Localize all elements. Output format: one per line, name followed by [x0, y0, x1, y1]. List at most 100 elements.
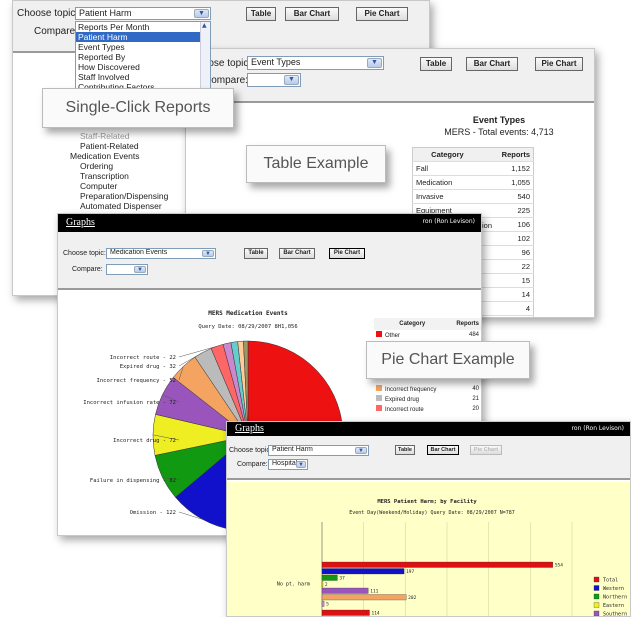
topic-select-value: Patient Harm [272, 446, 313, 453]
compare-select[interactable]: Hospitals ▼ [268, 459, 308, 470]
table-button[interactable]: Table [244, 248, 268, 259]
chevron-down-icon[interactable]: ▼ [202, 250, 214, 257]
bar-univ-hosp[interactable] [321, 594, 407, 601]
legend-name: Other [385, 333, 401, 339]
bar-eastern[interactable] [321, 581, 324, 588]
table-row: Invasive 540 [412, 189, 534, 204]
bar-chart-area: MERS Patient Harm; by Facility Event Day… [227, 482, 630, 616]
bar-legend-swatch [593, 585, 600, 591]
bar-legend-label: Total [603, 578, 618, 584]
bar-value-label: 5 [326, 602, 329, 608]
topic-dropdown-list[interactable]: ▲ Reports Per Month Patient Harm Event Typ… [75, 21, 211, 91]
chevron-down-icon[interactable]: ▼ [284, 75, 299, 85]
chevron-down-icon[interactable]: ▼ [134, 266, 146, 273]
bar-chart-button[interactable]: Bar Chart [427, 445, 459, 455]
pie-chart-button[interactable]: Pie Chart [470, 445, 502, 455]
bar-chart-button[interactable]: Bar Chart [279, 248, 315, 259]
chevron-down-icon[interactable]: ▼ [296, 461, 306, 468]
bar-chart-button[interactable]: Bar Chart [285, 7, 339, 21]
col-header-category: Category [431, 150, 464, 159]
cell-reports: 102 [517, 234, 530, 243]
legend-col-category: Category [399, 321, 426, 327]
legend-value: 21 [472, 396, 479, 402]
pie-query-date: Query Date: 08/29/2007 8H1,056 [198, 324, 298, 330]
bar-value-label: 554 [555, 563, 563, 569]
bar-southern[interactable] [321, 587, 369, 594]
table-button[interactable]: Table [420, 57, 452, 71]
topic-select[interactable]: Patient Harm ▼ [75, 7, 211, 20]
cell-reports: 2 [482, 316, 534, 318]
topic-select-value: Event Types [251, 57, 301, 67]
table-button[interactable]: Table [395, 445, 415, 455]
bar-northern[interactable] [321, 574, 338, 581]
topic-select-value: Patient Harm [79, 8, 132, 18]
user-name: ron (Ron Levison) [422, 218, 475, 225]
bar-value-label: 114 [372, 611, 380, 617]
bar-chart-button[interactable]: Bar Chart [466, 57, 518, 71]
bar-total[interactable] [321, 561, 553, 568]
pie-slice-label: Expired drug - 32 [120, 364, 176, 370]
app-title-link[interactable]: Graphs [66, 217, 95, 228]
legend-category: Other [374, 330, 451, 340]
pie-chart-button[interactable]: Pie Chart [329, 248, 365, 259]
bar-chart-title: MERS Patient Harm; by Facility [377, 499, 477, 505]
bar-unknown[interactable] [321, 600, 325, 607]
pie-slice-label: Omission - 122 [130, 510, 176, 516]
pie-slice-label: Incorrect route - 22 [110, 355, 176, 361]
legend-row: Incorrect route 20 [374, 404, 481, 414]
bar-value-label: 111 [370, 589, 378, 595]
bar-value-label: 37 [339, 576, 345, 582]
single-click-reports-callout: Single-Click Reports [42, 88, 234, 128]
legend-value: 484 [468, 332, 479, 338]
bar-western[interactable] [321, 568, 405, 575]
table-example-callout: Table Example [246, 145, 386, 183]
legend-name: Incorrect route [385, 407, 424, 413]
dropdown-option[interactable]: Staff Involved [76, 72, 200, 82]
dropdown-scrollbar[interactable]: ▲ [200, 22, 210, 90]
cell-reports: 22 [521, 262, 530, 271]
bar-chart-subtitle: Event Day(Weekend/Holiday) Query Date: 0… [349, 510, 515, 516]
cell-reports: 1,055 [511, 178, 530, 187]
legend-category: Incorrect frequency [374, 384, 451, 394]
pie-slice-label: Incorrect infusion rate - 72 [83, 400, 176, 406]
bar-legend-swatch [593, 576, 600, 583]
topic-select[interactable]: Medication Events ▼ [106, 248, 216, 259]
cell-category: Invasive [416, 192, 444, 201]
dropdown-option[interactable]: How Discovered [76, 62, 200, 72]
cell-reports: 1,152 [511, 164, 530, 173]
table-button[interactable]: Table [246, 7, 276, 21]
compare-select[interactable]: ▼ [247, 73, 301, 87]
app-title-link[interactable]: Graphs [235, 423, 264, 434]
chevron-down-icon[interactable]: ▼ [355, 447, 367, 454]
chevron-down-icon[interactable]: ▼ [194, 9, 209, 18]
pie-chart-button[interactable]: Pie Chart [535, 57, 583, 71]
legend-category: Incorrect route [374, 404, 451, 414]
col-header-reports: Reports [501, 150, 530, 159]
dropdown-option[interactable]: Patient Harm [76, 32, 200, 42]
cell-reports: 4 [525, 304, 530, 313]
row-fragment: ion [482, 221, 493, 230]
compare-label: Compare: [72, 266, 103, 273]
bar-total-next-row[interactable] [321, 609, 370, 616]
topic-select[interactable]: Event Types ▼ [247, 56, 384, 70]
scroll-up-icon[interactable]: ▲ [202, 22, 207, 29]
legend-swatch [376, 405, 382, 411]
pie-chart-title: MERS Medication Events [208, 310, 288, 317]
cell-reports: 540 [517, 192, 530, 201]
bar-legend-label: Western [603, 586, 624, 592]
chevron-down-icon[interactable]: ▼ [367, 58, 382, 68]
cell-reports: 14 [521, 290, 530, 299]
patient-harm-bar-chart: 554 197 37 2 111 202 5 No pt. harm 114 Total Weste… [277, 522, 627, 617]
pie-chart-button[interactable]: Pie Chart [356, 7, 408, 21]
pie-slice-label: Failure in dispensing - 82 [90, 478, 176, 484]
compare-select[interactable]: ▼ [106, 264, 148, 275]
legend-category: Expired drug [374, 394, 451, 404]
legend-col-reports: Reports [456, 321, 479, 327]
legend-swatch [376, 395, 382, 401]
dropdown-option[interactable]: Event Types [76, 42, 200, 52]
dropdown-option[interactable]: Reported By [76, 52, 200, 62]
topic-select[interactable]: Patient Harm ▼ [268, 445, 369, 456]
compare-label: Compare: [34, 26, 78, 37]
dropdown-option[interactable]: Reports Per Month [76, 22, 200, 32]
bar-legend-swatch [593, 602, 600, 608]
